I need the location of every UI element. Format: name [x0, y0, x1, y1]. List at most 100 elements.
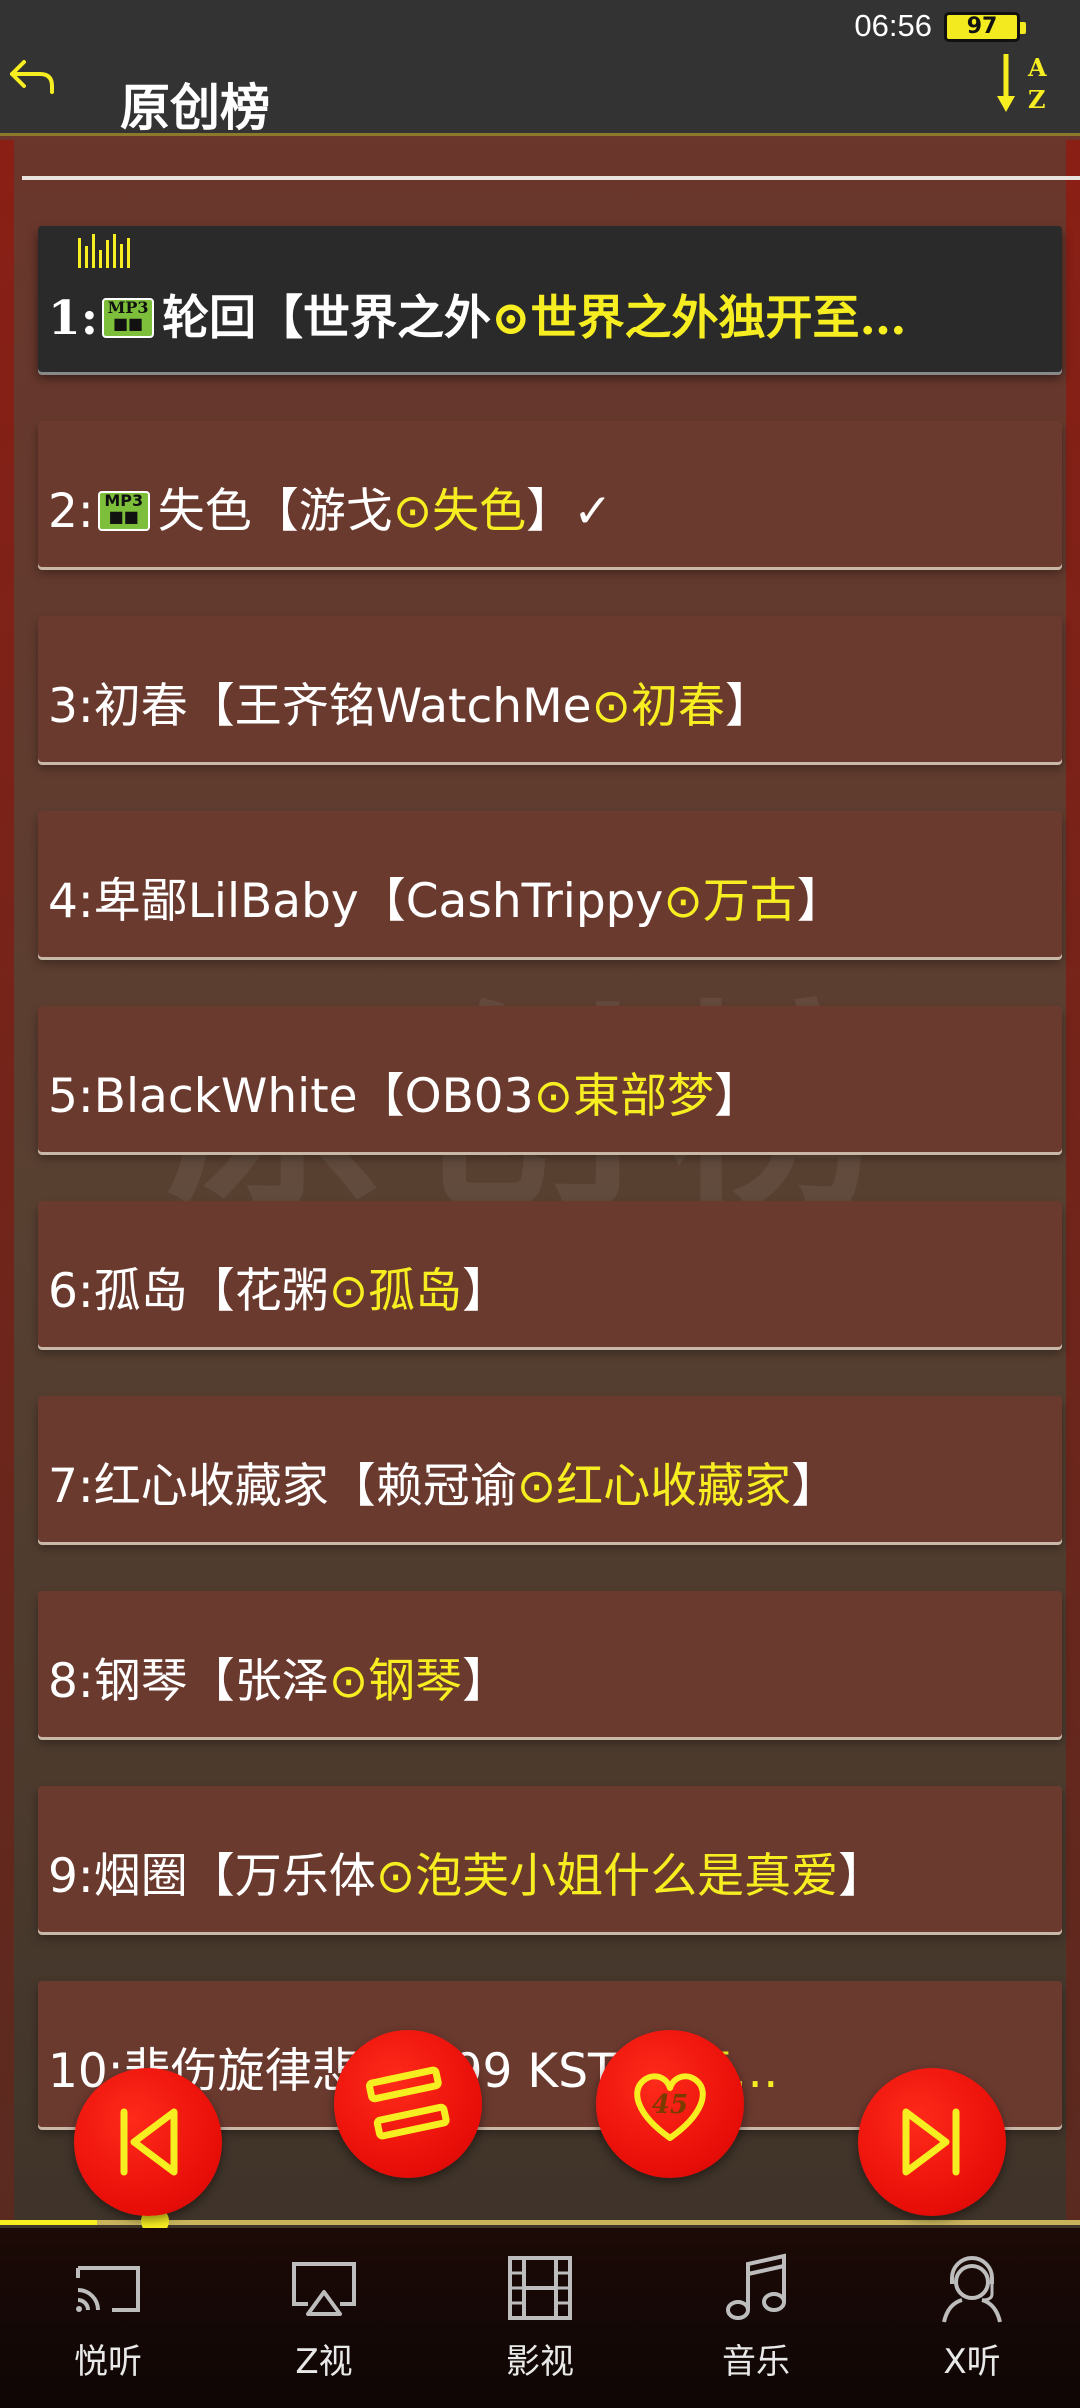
separator-icon: ⊙	[375, 1849, 416, 1904]
list-divider	[22, 176, 1080, 180]
svg-text:A: A	[1027, 53, 1047, 82]
back-arrow-icon	[10, 60, 54, 94]
song-number: 6:	[48, 1264, 94, 1319]
song-suffix: 】	[791, 1459, 839, 1514]
nav-item-yinyue[interactable]: 音乐	[648, 2248, 864, 2398]
sort-az-button[interactable]: A Z	[994, 50, 1054, 120]
song-suffix: 】✓	[526, 484, 613, 539]
song-row[interactable]: 8:钢琴【张泽⊙钢琴】	[38, 1591, 1062, 1737]
song-album: 失色	[432, 484, 527, 539]
song-number: 2:	[48, 484, 94, 539]
separator-icon: ⊙	[591, 679, 631, 734]
song-number: 9:	[48, 1849, 94, 1904]
song-title: 失色【游戈	[157, 484, 393, 539]
song-row[interactable]: 5:BlackWhite【OB03⊙東部梦】	[38, 1006, 1062, 1152]
song-row[interactable]: 7:红心收藏家【赖冠谕⊙红心收藏家】	[38, 1396, 1062, 1542]
song-title: BlackWhite【OB03	[93, 1069, 534, 1124]
music-note-icon	[726, 2253, 786, 2320]
song-row[interactable]: 6:孤岛【花粥⊙孤岛】	[38, 1201, 1062, 1347]
page-title: 原创榜	[120, 78, 270, 137]
song-album: 泡芙小姐什么是真爱	[415, 1849, 839, 1904]
song-title: 轮回【世界之外	[162, 291, 492, 346]
back-button[interactable]	[6, 52, 62, 108]
song-text: 7:红心收藏家【赖冠谕⊙红心收藏家】	[48, 1447, 838, 1516]
song-text: 1: MP3 ■■ 轮回【世界之外⊙世界之外独开至…	[48, 279, 906, 348]
airplay-icon	[292, 2262, 356, 2316]
song-number: 8:	[48, 1654, 94, 1709]
song-album: 初春	[630, 679, 725, 734]
song-title: 孤岛【花粥	[93, 1264, 329, 1319]
nav-item-yueting[interactable]: 悦听	[0, 2248, 216, 2398]
song-number: 5:	[48, 1069, 94, 1124]
song-suffix: 】	[796, 874, 844, 929]
separator-icon: ⊙	[392, 484, 433, 539]
playlist-button[interactable]	[334, 2030, 482, 2178]
progress-fill	[0, 2220, 98, 2225]
song-number: 7:	[48, 1459, 94, 1514]
song-title: 初春【王齐铭WatchMe	[93, 679, 592, 734]
song-album: 東部梦	[573, 1069, 715, 1124]
favorite-count: 45	[651, 2090, 689, 2120]
nav-label: X听	[943, 2342, 1001, 2382]
song-album: 孤岛	[368, 1264, 463, 1319]
song-number: 4:	[48, 874, 94, 929]
song-suffix: 】	[462, 1264, 510, 1319]
separator-icon: ⊙	[328, 1654, 369, 1709]
song-row[interactable]: 4:卑鄙LilBaby【CashTrippy⊙万古】	[38, 811, 1062, 957]
svg-text:Z: Z	[1028, 85, 1046, 114]
playlist-icon	[365, 2066, 450, 2140]
separator-icon: ⊙	[516, 1459, 557, 1514]
cast-icon	[76, 2266, 140, 2312]
song-album: 世界之外独开至…	[530, 291, 907, 346]
song-row[interactable]: 3:初春【王齐铭WatchMe⊙初春】	[38, 616, 1062, 762]
song-row[interactable]: 2: MP3 ■■ 失色【游戈⊙失色】✓	[38, 421, 1062, 567]
top-bar: 06:56 97 原创榜 A Z	[0, 0, 1080, 137]
previous-button[interactable]	[74, 2068, 222, 2216]
mp3-badge-bottom: ■■	[112, 314, 144, 333]
song-suffix: 】	[724, 679, 772, 734]
equalizer-icon	[78, 234, 130, 268]
song-text: 4:卑鄙LilBaby【CashTrippy⊙万古】	[48, 862, 844, 931]
bottom-nav: 悦听 Z视 影视 音乐 X听	[0, 2228, 1080, 2408]
song-number: 3:	[48, 679, 94, 734]
song-suffix: 】	[838, 1849, 886, 1904]
song-text: 6:孤岛【花粥⊙孤岛】	[48, 1252, 509, 1321]
skip-previous-icon	[120, 2108, 178, 2176]
song-text: 2: MP3 ■■ 失色【游戈⊙失色】✓	[48, 472, 613, 541]
song-suffix: 】	[714, 1069, 762, 1124]
song-text: 8:钢琴【张泽⊙钢琴】	[48, 1642, 509, 1711]
mp3-badge-bottom: ■■	[108, 506, 139, 526]
nav-label: 影视	[506, 2342, 574, 2382]
nav-label: 悦听	[74, 2342, 142, 2382]
song-title: 钢琴【张泽	[93, 1654, 329, 1709]
nav-item-zshi[interactable]: Z视	[216, 2248, 432, 2398]
mp3-icon: MP3 ■■	[102, 298, 155, 338]
mp3-icon: MP3 ■■	[97, 490, 150, 531]
song-title: 红心收藏家【赖冠谕	[93, 1459, 517, 1514]
separator-icon: ⊙	[533, 1069, 574, 1124]
nav-item-yingshi[interactable]: 影视	[432, 2248, 648, 2398]
separator-icon: ⊙	[663, 874, 703, 929]
song-title: 卑鄙LilBaby【CashTrippy	[93, 874, 664, 929]
skip-next-icon	[902, 2108, 960, 2176]
song-album: 万古	[702, 874, 797, 929]
film-icon	[508, 2256, 572, 2320]
nav-item-xting[interactable]: X听	[864, 2248, 1080, 2398]
separator-icon: ⊙	[491, 291, 531, 346]
nav-label: Z视	[295, 2342, 353, 2382]
song-text: 3:初春【王齐铭WatchMe⊙初春】	[48, 667, 772, 736]
song-row[interactable]: 9:烟圈【万乐体⊙泡芙小姐什么是真爱】	[38, 1786, 1062, 1932]
separator-icon: ⊙	[328, 1264, 369, 1319]
favorite-button[interactable]: 45	[596, 2030, 744, 2178]
song-album: 钢琴	[368, 1654, 463, 1709]
song-album: 红心收藏家	[556, 1459, 792, 1514]
song-number: 1:	[48, 291, 99, 346]
song-suffix: 】	[462, 1654, 510, 1709]
song-text: 5:BlackWhite【OB03⊙東部梦】	[48, 1057, 761, 1126]
status-time: 06:56	[854, 8, 932, 43]
song-title: 烟圈【万乐体	[93, 1849, 376, 1904]
next-button[interactable]	[858, 2068, 1006, 2216]
battery-indicator: 97	[944, 12, 1026, 42]
headset-person-icon	[942, 2256, 1002, 2323]
song-row[interactable]: 1: MP3 ■■ 轮回【世界之外⊙世界之外独开至…	[38, 226, 1062, 372]
